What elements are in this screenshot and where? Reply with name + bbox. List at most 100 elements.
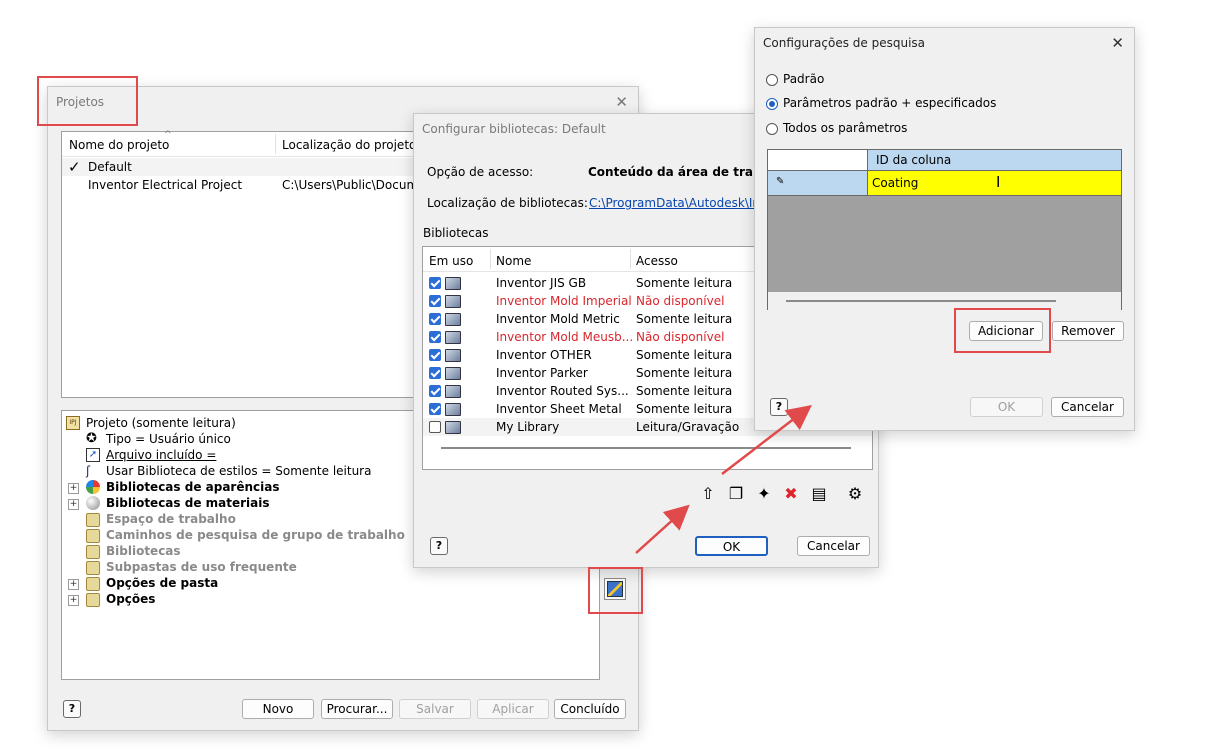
col-separator — [490, 249, 491, 269]
folder-icon — [86, 593, 100, 607]
in-use-checkbox[interactable] — [429, 367, 441, 379]
library-access: Não disponível — [636, 294, 725, 308]
grid-header[interactable]: ID da coluna — [868, 150, 1121, 171]
library-name: Inventor Sheet Metal — [496, 402, 622, 416]
library-name: Inventor Mold Metric — [496, 312, 620, 326]
folder-icon — [86, 561, 100, 575]
in-use-checkbox[interactable] — [429, 313, 441, 325]
grid-row-selector[interactable]: ✎ — [768, 171, 868, 196]
library-name: Inventor Mold Imperial — [496, 294, 632, 308]
library-access: Somente leitura — [636, 384, 733, 398]
close-icon[interactable]: ✕ — [1111, 28, 1124, 58]
ok-button[interactable]: OK — [695, 536, 768, 556]
library-icon — [445, 421, 461, 434]
style-library-icon: ʃ — [86, 464, 91, 478]
folder-icon — [86, 577, 100, 591]
text-cursor-icon: I — [996, 173, 1001, 191]
expand-icon[interactable]: + — [68, 579, 79, 590]
radio-selected-icon — [766, 98, 778, 110]
radio-parametros-especificados[interactable]: Parâmetros padrão + especificados — [766, 96, 1066, 112]
remover-button[interactable]: Remover — [1052, 321, 1124, 341]
delete-icon[interactable]: ✖ — [780, 483, 802, 505]
library-name: Inventor JIS GB — [496, 276, 587, 290]
in-use-checkbox[interactable] — [429, 277, 441, 289]
col-localizacao[interactable]: Localização do projeto — [282, 138, 416, 152]
procurar-button[interactable]: Procurar... — [321, 699, 393, 719]
col-em-uso[interactable]: Em uso — [429, 254, 473, 268]
col-separator — [630, 249, 631, 269]
library-icon — [445, 331, 461, 344]
library-access: Somente leitura — [636, 366, 733, 380]
help-button[interactable]: ? — [770, 398, 788, 416]
col-nome-projeto[interactable]: Nome do projeto — [69, 138, 169, 152]
column-grid: ID da coluna ✎ Coating I — [767, 149, 1122, 310]
salvar-button[interactable]: Salvar — [399, 699, 471, 719]
library-name: Inventor OTHER — [496, 348, 592, 362]
library-icon — [445, 385, 461, 398]
search-settings-icon[interactable]: ⚙ — [844, 483, 866, 505]
expand-icon[interactable]: + — [68, 595, 79, 606]
library-name: Inventor Parker — [496, 366, 588, 380]
novo-button[interactable]: Novo — [242, 699, 314, 719]
project-name: Default — [88, 160, 132, 174]
sort-caret-icon: ^ — [164, 130, 172, 140]
in-use-checkbox[interactable] — [429, 403, 441, 415]
radio-icon — [766, 74, 778, 86]
library-add-icon[interactable]: ✦ — [753, 483, 775, 505]
library-icon — [445, 349, 461, 362]
grid-cell-value[interactable]: Coating I — [868, 171, 1121, 196]
library-access: Somente leitura — [636, 276, 733, 290]
in-use-checkbox[interactable] — [429, 385, 441, 397]
include-file-icon: ➚ — [86, 448, 100, 462]
in-use-checkbox[interactable] — [429, 349, 441, 361]
help-button[interactable]: ? — [63, 700, 81, 718]
in-use-checkbox[interactable] — [429, 295, 441, 307]
pesquisa-titlebar: Configurações de pesquisa ✕ — [755, 28, 1134, 58]
concluido-button[interactable]: Concluído — [554, 699, 626, 719]
in-use-checkbox[interactable] — [429, 421, 441, 433]
col-acesso[interactable]: Acesso — [636, 254, 678, 268]
folder-icon — [86, 513, 100, 527]
grid-corner — [768, 150, 868, 171]
grid-scroll-area — [768, 292, 1121, 310]
library-manage-icon[interactable]: ▤ — [808, 483, 830, 505]
library-name: Inventor Mold Meusb... — [496, 330, 634, 344]
horizontal-scrollbar[interactable] — [441, 447, 851, 449]
library-icon — [445, 313, 461, 326]
library-name: My Library — [496, 420, 560, 434]
library-up-icon[interactable]: ⇧ — [697, 483, 719, 505]
horizontal-scrollbar[interactable] — [786, 300, 1056, 302]
library-access: Não disponível — [636, 330, 725, 344]
radio-todos-parametros[interactable]: Todos os parâmetros — [766, 121, 1016, 137]
in-use-checkbox[interactable] — [429, 331, 441, 343]
expand-icon[interactable]: + — [68, 483, 79, 494]
library-copy-icon[interactable]: ❐ — [725, 483, 747, 505]
highlight-adicionar-button — [954, 308, 1051, 353]
configurar-title: Configurar bibliotecas: Default — [422, 122, 606, 136]
bibliotecas-group-label: Bibliotecas — [423, 226, 489, 240]
col-nome[interactable]: Nome — [496, 254, 531, 268]
folder-icon — [86, 529, 100, 543]
library-icon — [445, 367, 461, 380]
radio-icon — [766, 123, 778, 135]
aplicar-button[interactable]: Aplicar — [477, 699, 549, 719]
cancelar-button[interactable]: Cancelar — [1051, 397, 1124, 417]
ok-button[interactable]: OK — [970, 397, 1043, 417]
col-separator — [275, 134, 276, 154]
active-check-icon: ✓ — [68, 158, 81, 176]
opcao-acesso-label: Opção de acesso: — [427, 165, 534, 179]
folder-icon — [86, 545, 100, 559]
library-icon — [445, 277, 461, 290]
library-access: Somente leitura — [636, 312, 733, 326]
localizacao-label: Localização de bibliotecas: — [427, 196, 588, 210]
library-access: Somente leitura — [636, 402, 733, 416]
library-access: Leitura/Gravação — [636, 420, 740, 434]
library-icon — [445, 403, 461, 416]
radio-padrao[interactable]: Padrão — [766, 72, 1016, 88]
localizacao-link[interactable]: C:\ProgramData\Autodesk\Inv — [589, 196, 767, 210]
help-button[interactable]: ? — [430, 537, 448, 555]
material-sphere-icon — [86, 496, 100, 510]
opcao-acesso-value: Conteúdo da área de trabal — [588, 165, 774, 179]
expand-icon[interactable]: + — [68, 499, 79, 510]
cancelar-button[interactable]: Cancelar — [797, 536, 870, 556]
